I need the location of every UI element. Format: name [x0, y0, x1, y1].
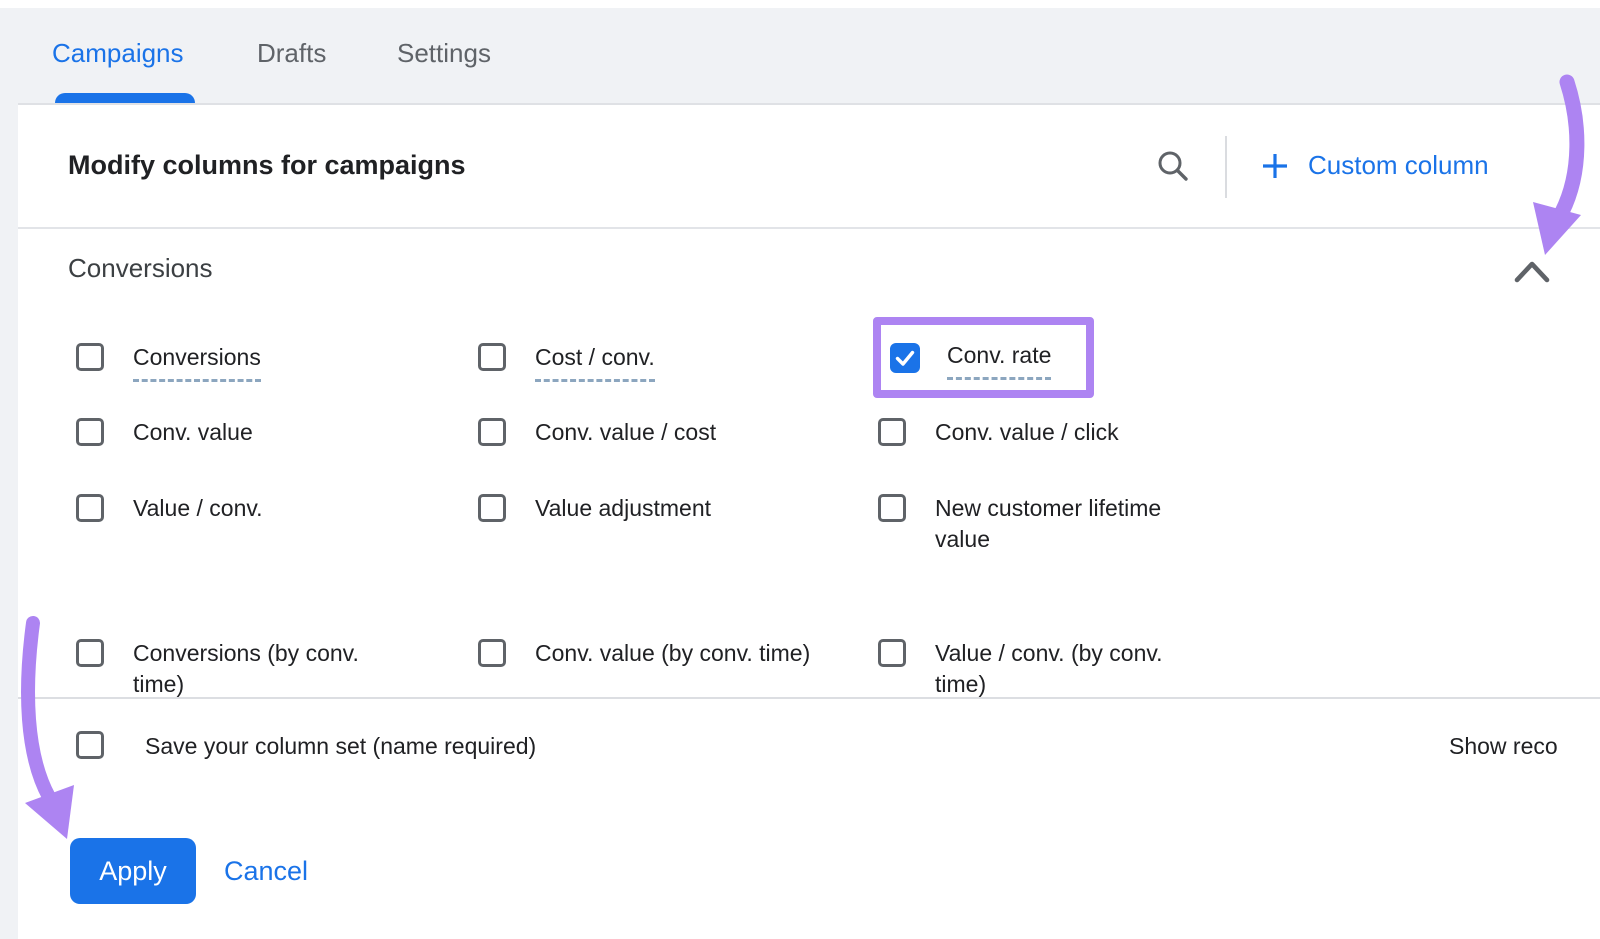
- column-option-label[interactable]: Cost / conv.: [535, 342, 655, 382]
- page-title: Modify columns for campaigns: [68, 150, 466, 181]
- tab-settings[interactable]: Settings: [397, 38, 491, 69]
- column-option-conv-value-cost[interactable]: Conv. value / cost: [478, 418, 716, 448]
- checkbox-value-adjustment[interactable]: [478, 494, 506, 522]
- footer-divider: [18, 697, 1600, 699]
- save-column-set-label[interactable]: Save your column set (name required): [145, 733, 536, 760]
- checkmark-icon: [893, 346, 917, 370]
- column-option-label[interactable]: Conversions (by conv. time): [133, 638, 398, 698]
- checkbox-conv-value-cost[interactable]: [478, 418, 506, 446]
- checkbox-conv-rate[interactable]: [890, 343, 920, 373]
- columns-checkbox-grid: Conversions Cost / conv. Conv. rate Conv…: [0, 300, 1600, 698]
- checkbox-value-per-conv-by-conv-time[interactable]: [878, 639, 906, 667]
- tab-campaigns[interactable]: Campaigns: [52, 38, 184, 69]
- custom-column-label: Custom column: [1308, 150, 1489, 181]
- search-icon: [1153, 146, 1193, 186]
- collapse-section-button[interactable]: [1513, 258, 1551, 286]
- column-option-label[interactable]: Conversions: [133, 342, 261, 382]
- column-option-label[interactable]: Conv. value / click: [935, 417, 1119, 448]
- checkbox-conv-value-click[interactable]: [878, 418, 906, 446]
- column-option-conv-value-by-conv-time[interactable]: Conv. value (by conv. time): [478, 639, 810, 669]
- annotation-highlight-box: Conv. rate: [873, 317, 1094, 398]
- plus-icon: [1260, 151, 1290, 181]
- checkbox-conv-value[interactable]: [76, 418, 104, 446]
- section-title-conversions: Conversions: [68, 253, 213, 284]
- column-option-label[interactable]: Conv. rate: [947, 340, 1051, 380]
- column-option-label[interactable]: Value adjustment: [535, 493, 711, 524]
- column-option-new-customer-lifetime-value[interactable]: New customer lifetime value: [878, 494, 1185, 555]
- header-divider: [18, 227, 1600, 229]
- column-option-conv-value-click[interactable]: Conv. value / click: [878, 418, 1119, 448]
- chevron-up-icon: [1513, 258, 1551, 286]
- checkbox-new-customer-lifetime-value[interactable]: [878, 494, 906, 522]
- cancel-button[interactable]: Cancel: [224, 838, 308, 904]
- column-option-label[interactable]: Conv. value: [133, 417, 253, 448]
- column-option-value-per-conv[interactable]: Value / conv.: [76, 494, 263, 524]
- column-option-label[interactable]: Conv. value / cost: [535, 417, 716, 448]
- tab-drafts[interactable]: Drafts: [257, 38, 326, 69]
- column-option-conversions-by-conv-time[interactable]: Conversions (by conv. time): [76, 639, 398, 698]
- column-option-value-adjustment[interactable]: Value adjustment: [478, 494, 711, 524]
- search-button[interactable]: [1153, 146, 1193, 186]
- checkbox-conversions[interactable]: [76, 343, 104, 371]
- column-option-conv-value[interactable]: Conv. value: [76, 418, 253, 448]
- column-option-label[interactable]: Conv. value (by conv. time): [535, 638, 810, 669]
- checkbox-save-column-set[interactable]: [76, 731, 104, 759]
- page-background-top: [0, 8, 1600, 103]
- modify-columns-dialog-page: Campaigns Drafts Settings Modify columns…: [0, 0, 1600, 939]
- checkbox-conv-value-by-conv-time[interactable]: [478, 639, 506, 667]
- checkbox-cost-per-conv[interactable]: [478, 343, 506, 371]
- column-option-label[interactable]: Value / conv. (by conv. time): [935, 638, 1210, 698]
- column-option-label[interactable]: New customer lifetime value: [935, 493, 1185, 555]
- checkbox-value-per-conv[interactable]: [76, 494, 104, 522]
- column-option-conversions[interactable]: Conversions: [76, 343, 261, 382]
- column-option-label[interactable]: Value / conv.: [133, 493, 263, 524]
- column-option-cost-per-conv[interactable]: Cost / conv.: [478, 343, 655, 382]
- checkbox-conversions-by-conv-time[interactable]: [76, 639, 104, 667]
- show-recommendations-label[interactable]: Show reco: [1449, 733, 1558, 760]
- column-option-value-per-conv-by-conv-time[interactable]: Value / conv. (by conv. time): [878, 639, 1210, 698]
- apply-button[interactable]: Apply: [70, 838, 196, 904]
- custom-column-button[interactable]: Custom column: [1260, 150, 1489, 181]
- header-divider-vertical: [1225, 136, 1227, 198]
